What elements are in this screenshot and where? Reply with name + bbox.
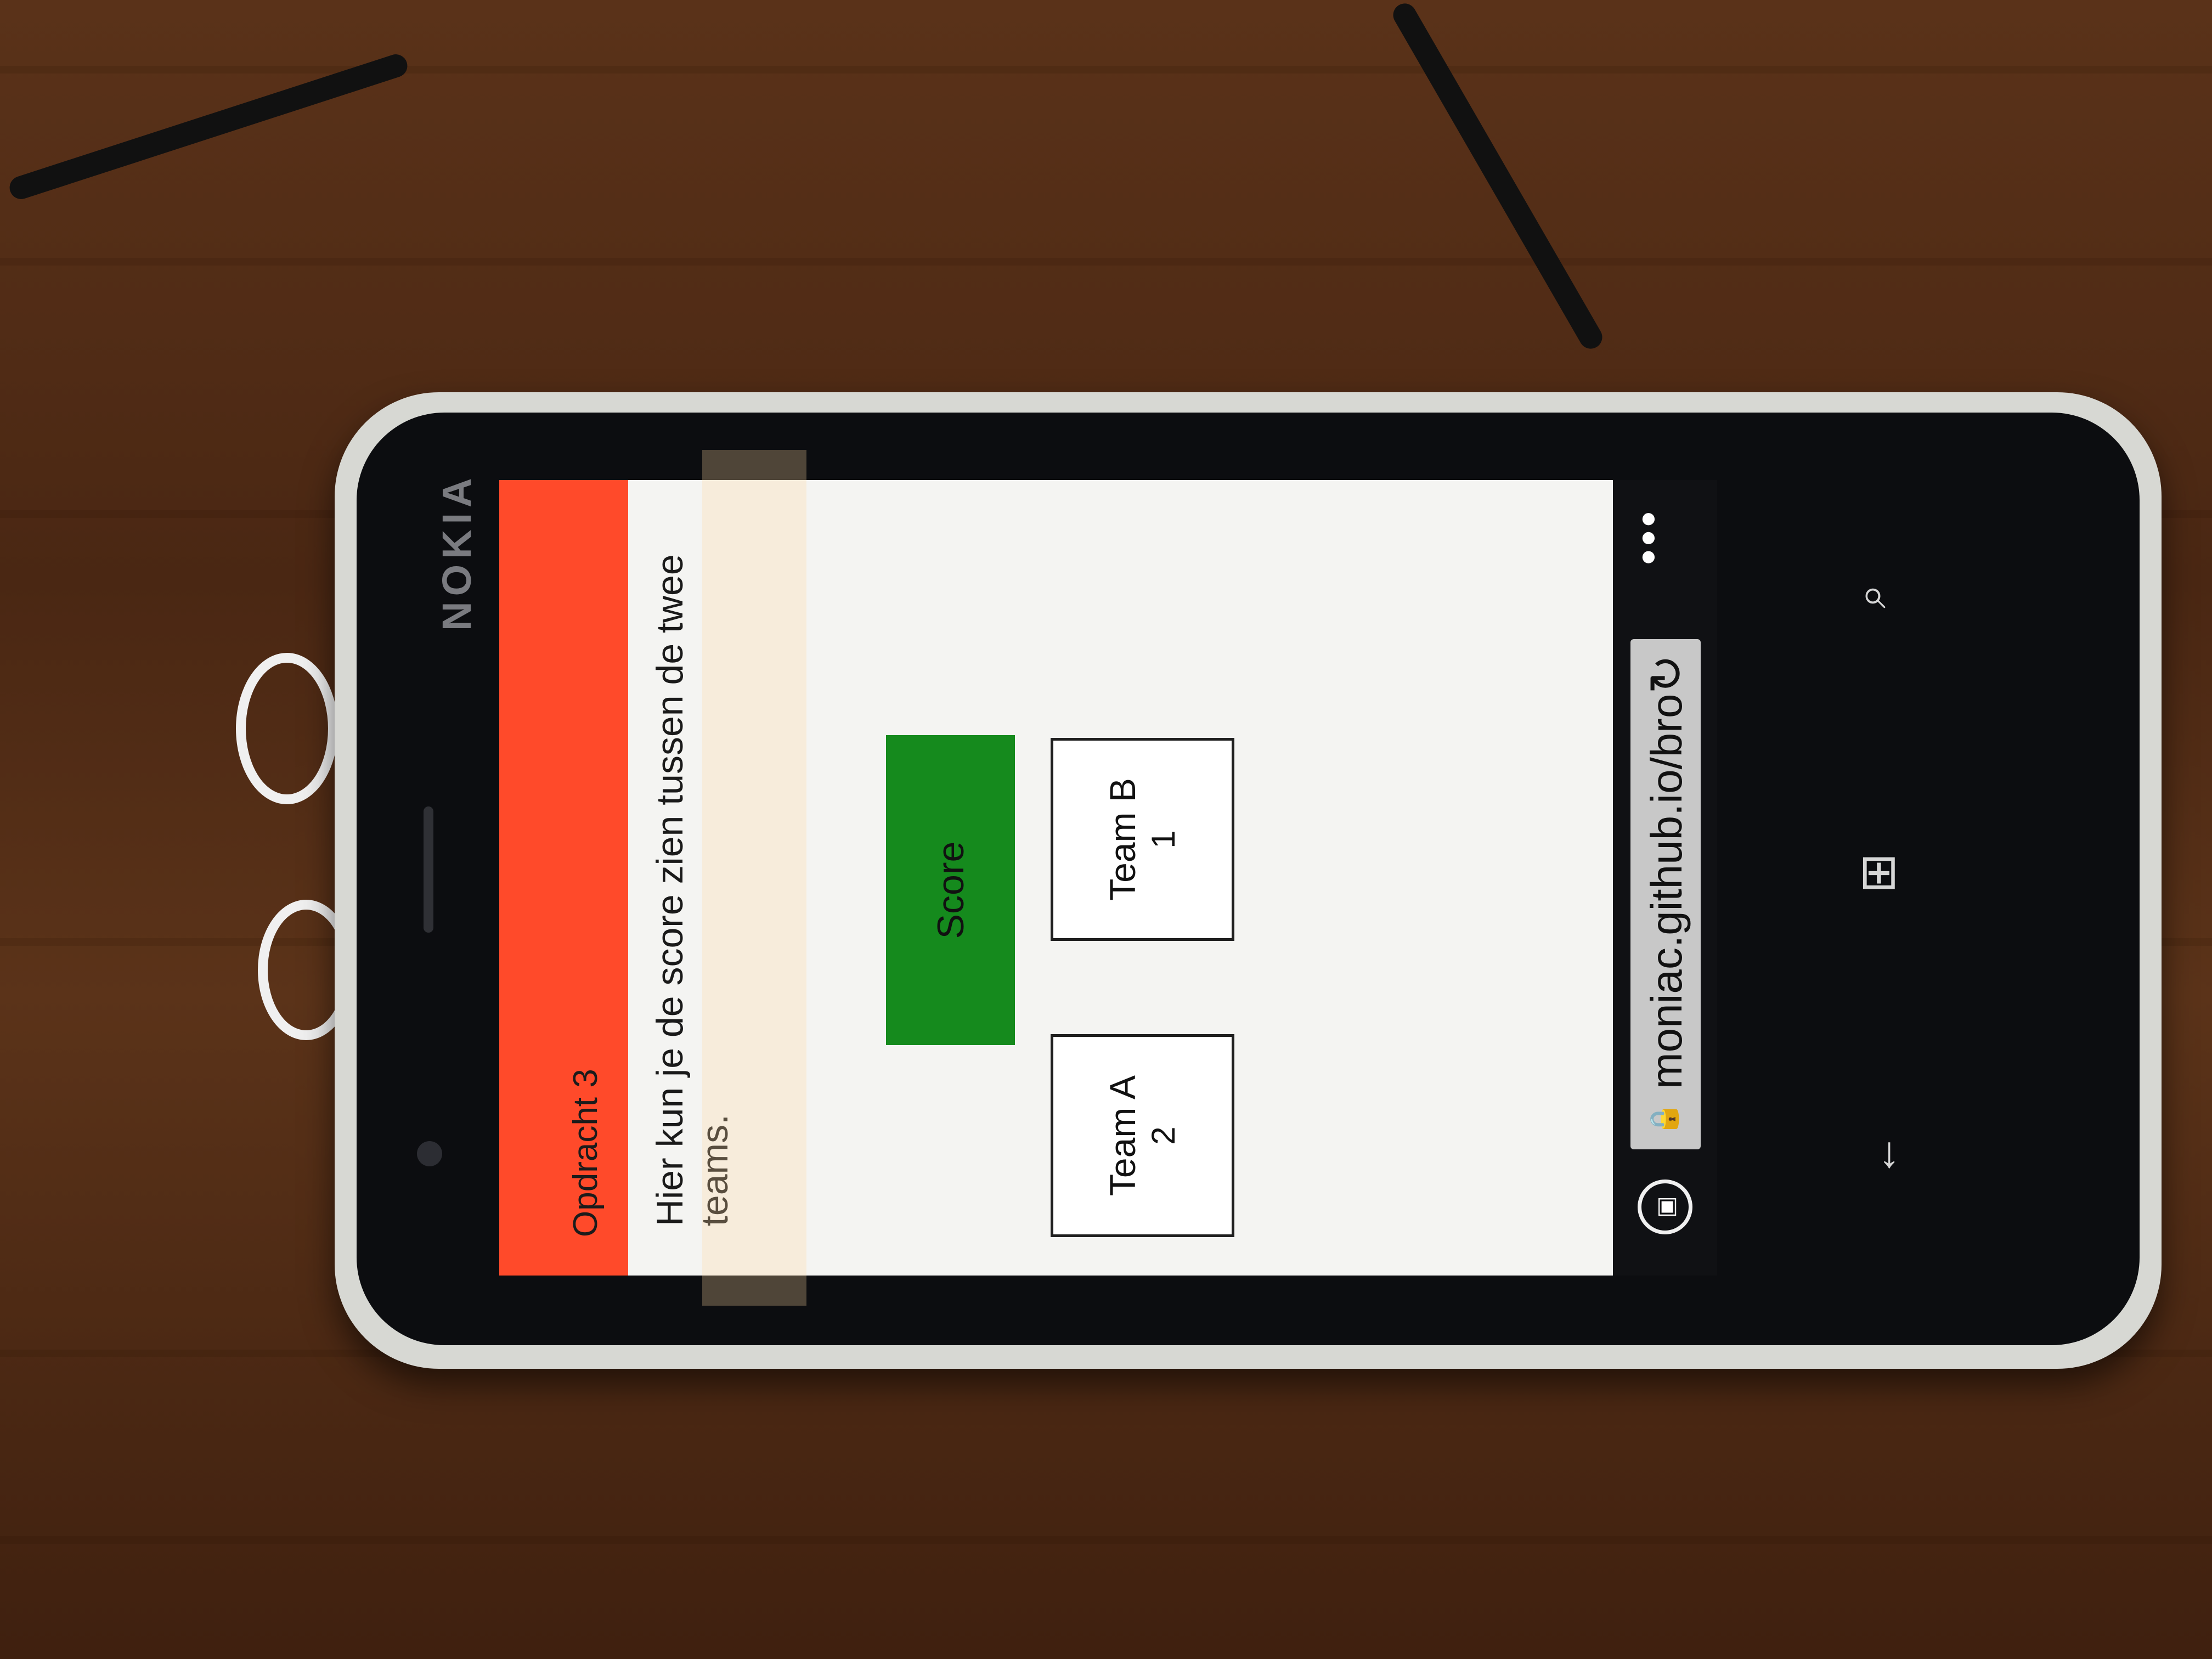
score-button[interactable]: Score (886, 735, 1015, 1045)
front-camera (417, 1141, 442, 1166)
back-icon[interactable]: ← (1857, 1133, 1907, 1177)
black-cable (1389, 0, 1607, 353)
page-header: Opdracht 3 (499, 480, 628, 1276)
tabs-icon[interactable]: ▣ (1638, 1180, 1692, 1234)
team-b-card: Team B 1 (1051, 738, 1234, 941)
light-reflection (702, 450, 806, 1306)
more-icon[interactable]: ••• (1623, 508, 1674, 565)
lock-icon: 🔒 (1649, 1102, 1679, 1136)
page-title: Opdracht 3 (567, 1069, 605, 1237)
url-text: moniac.github.io/bro (1642, 693, 1691, 1089)
team-name: Team A (1102, 1075, 1143, 1197)
search-icon[interactable]: ⌕ (1846, 584, 1897, 608)
rotated-mobile-page: Opdracht 3 Hier kun je de score zien tus… (499, 480, 1717, 1276)
team-score: 1 (1144, 830, 1182, 849)
team-a-card: Team A 2 (1051, 1034, 1234, 1237)
team-name: Team B (1102, 778, 1143, 901)
white-charger-cable (236, 653, 338, 804)
phone-system-navigation: ← ⊞ ⌕ (1827, 450, 1959, 1273)
black-cable (7, 51, 410, 202)
phone-speaker (424, 806, 433, 933)
browser-address-bar: ▣ 🔒 moniac.github.io/bro ↻ ••• (1613, 480, 1717, 1276)
windows-start-icon[interactable]: ⊞ (1849, 853, 1905, 894)
nokia-logo: NOKIA (434, 472, 479, 631)
refresh-icon[interactable]: ↻ (1639, 654, 1694, 694)
team-score: 2 (1144, 1126, 1182, 1145)
url-field[interactable]: 🔒 moniac.github.io/bro ↻ (1630, 639, 1701, 1149)
phone-screen: Opdracht 3 Hier kun je de score zien tus… (499, 480, 1717, 1276)
